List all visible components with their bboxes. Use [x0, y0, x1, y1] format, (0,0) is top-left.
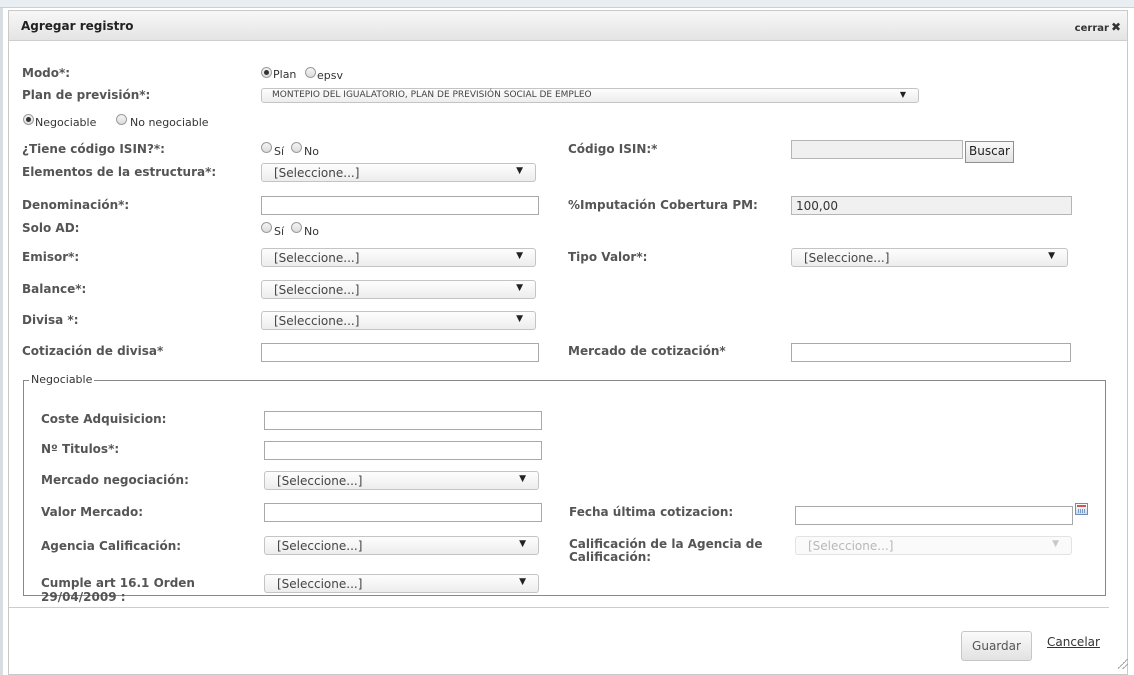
- mercado-negociacion-select[interactable]: [Seleccione...] ▼: [264, 471, 539, 490]
- chevron-down-icon: ▼: [516, 166, 523, 176]
- imputacion-label: %Imputación Cobertura PM:: [568, 198, 758, 212]
- modo-plan-label: Plan: [273, 68, 297, 81]
- negociable-legend: Negociable: [29, 373, 95, 386]
- mercado-negociacion-label: Mercado negociación:: [41, 473, 189, 487]
- valor-mercado-label: Valor Mercado:: [41, 505, 144, 519]
- emisor-select-value: [Seleccione...]: [274, 251, 360, 265]
- mercado-negociacion-select-value: [Seleccione...]: [277, 474, 363, 488]
- cumple-label-2: 29/04/2009 :: [41, 590, 126, 604]
- modo-epsv-label: epsv: [317, 69, 343, 82]
- balance-label: Balance*:: [22, 282, 87, 296]
- tiene-isin-no-radio[interactable]: [291, 142, 302, 153]
- codigo-isin-label: Código ISIN:*: [568, 142, 658, 156]
- close-icon[interactable]: ✖: [1111, 20, 1121, 34]
- plan-select-value: MONTEPIO DEL IGUALATORIO, PLAN DE PREVIS…: [272, 90, 592, 100]
- divisa-label: Divisa *:: [22, 313, 79, 327]
- emisor-select[interactable]: [Seleccione...] ▼: [261, 248, 536, 267]
- tipo-valor-select[interactable]: [Seleccione...] ▼: [791, 248, 1068, 267]
- plan-select[interactable]: MONTEPIO DEL IGUALATORIO, PLAN DE PREVIS…: [261, 88, 919, 103]
- titulos-label: Nº Titulos*:: [41, 442, 120, 456]
- no-negociable-radio-label: No negociable: [130, 116, 209, 129]
- chevron-down-icon: ▼: [899, 90, 906, 99]
- resize-handle[interactable]: [1118, 659, 1128, 669]
- calificacion-agencia-select: [Seleccione...] ▼: [795, 536, 1072, 555]
- codigo-isin-input[interactable]: [791, 140, 963, 159]
- tipo-valor-label: Tipo Valor*:: [568, 250, 648, 264]
- negociable-radio[interactable]: [23, 114, 34, 125]
- calendar-icon[interactable]: [1075, 503, 1088, 515]
- coste-input[interactable]: [264, 411, 542, 430]
- cumple-label-1: Cumple art 16.1 Orden: [41, 576, 195, 590]
- chevron-down-icon: ▼: [519, 539, 526, 549]
- cumple-select-value: [Seleccione...]: [277, 577, 363, 591]
- chevron-down-icon: ▼: [516, 314, 523, 324]
- balance-select-value: [Seleccione...]: [274, 283, 360, 297]
- modo-label: Modo*:: [22, 66, 71, 80]
- close-button[interactable]: cerrar ✖: [1075, 20, 1121, 34]
- elementos-label: Elementos de la estructura*:: [22, 165, 217, 179]
- denominacion-input[interactable]: [261, 196, 539, 215]
- footer-divider: [8, 607, 1109, 608]
- negociable-fieldset: [23, 380, 1106, 596]
- emisor-label: Emisor*:: [22, 250, 80, 264]
- cotizacion-divisa-label: Cotización de divisa*: [22, 344, 164, 358]
- background-tab-strip: [0, 0, 1134, 8]
- coste-label: Coste Adquisicion:: [41, 412, 167, 426]
- mercado-cotizacion-input[interactable]: [791, 343, 1071, 362]
- solo-ad-no-radio[interactable]: [291, 222, 302, 233]
- cotizacion-divisa-input[interactable]: [261, 343, 539, 362]
- solo-ad-no-label: No: [304, 225, 319, 238]
- background-page-edge: [0, 8, 3, 675]
- elementos-select-value: [Seleccione...]: [274, 166, 360, 180]
- negociable-radio-label: Negociable: [35, 116, 97, 129]
- agencia-select-value: [Seleccione...]: [277, 539, 363, 553]
- mercado-cotizacion-label: Mercado de cotización*: [568, 344, 726, 358]
- modo-plan-radio[interactable]: [261, 67, 272, 78]
- plan-label: Plan de previsión*:: [22, 88, 151, 102]
- divisa-select[interactable]: [Seleccione...] ▼: [261, 311, 536, 330]
- close-label[interactable]: cerrar: [1075, 23, 1109, 34]
- cancelar-link[interactable]: Cancelar: [1047, 635, 1100, 649]
- agencia-label: Agencia Calificación:: [41, 539, 182, 553]
- tiene-isin-si-radio[interactable]: [261, 142, 272, 153]
- fecha-cotizacion-label: Fecha última cotizacion:: [569, 505, 734, 519]
- solo-ad-si-label: Sí: [274, 225, 285, 238]
- fecha-cotizacion-input[interactable]: [795, 506, 1073, 525]
- chevron-down-icon: ▼: [516, 283, 523, 293]
- modo-epsv-radio[interactable]: [305, 67, 316, 78]
- calificacion-agencia-label-1: Calificación de la Agencia de: [569, 537, 763, 551]
- buscar-button[interactable]: Buscar: [965, 141, 1014, 163]
- tiene-isin-no-label: No: [304, 145, 319, 158]
- cumple-select[interactable]: [Seleccione...] ▼: [264, 574, 539, 593]
- solo-ad-label: Solo AD:: [22, 221, 80, 235]
- chevron-down-icon: ▼: [516, 251, 523, 261]
- no-negociable-radio[interactable]: [116, 114, 127, 125]
- titulos-input[interactable]: [264, 441, 542, 460]
- chevron-down-icon: ▼: [1052, 539, 1059, 549]
- agencia-select[interactable]: [Seleccione...] ▼: [264, 536, 539, 555]
- denominacion-label: Denominación*:: [22, 198, 130, 212]
- dialog-title: Agregar registro: [21, 19, 134, 33]
- chevron-down-icon: ▼: [1048, 251, 1055, 261]
- calificacion-agencia-select-value: [Seleccione...]: [808, 539, 894, 553]
- balance-select[interactable]: [Seleccione...] ▼: [261, 280, 536, 299]
- chevron-down-icon: ▼: [519, 474, 526, 484]
- solo-ad-si-radio[interactable]: [261, 222, 272, 233]
- imputacion-input[interactable]: [791, 196, 1072, 215]
- dialog-titlebar: Agregar registro cerrar ✖: [9, 11, 1127, 41]
- divisa-select-value: [Seleccione...]: [274, 314, 360, 328]
- guardar-button[interactable]: Guardar: [961, 631, 1032, 661]
- tiene-isin-si-label: Sí: [274, 145, 285, 158]
- tiene-isin-label: ¿Tiene código ISIN?*:: [22, 142, 165, 156]
- valor-mercado-input[interactable]: [264, 503, 542, 522]
- chevron-down-icon: ▼: [519, 577, 526, 587]
- tipo-valor-select-value: [Seleccione...]: [804, 251, 890, 265]
- elementos-select[interactable]: [Seleccione...] ▼: [261, 163, 536, 182]
- calificacion-agencia-label-2: Calificación:: [569, 550, 652, 564]
